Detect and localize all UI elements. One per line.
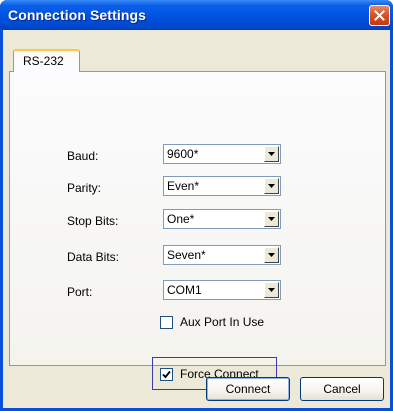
- chevron-down-icon: [268, 152, 275, 156]
- aux-port-label: Aux Port In Use: [180, 315, 265, 329]
- baud-label: Baud:: [67, 149, 99, 163]
- stop-bits-dropdown-button[interactable]: [264, 211, 279, 227]
- stop-bits-select[interactable]: One*: [163, 209, 281, 229]
- port-value: COM1: [167, 283, 202, 297]
- force-connect-checkbox[interactable]: [160, 368, 173, 381]
- chevron-down-icon: [268, 253, 275, 257]
- parity-select[interactable]: Even*: [163, 176, 281, 196]
- parity-label: Parity:: [67, 181, 102, 195]
- check-icon: [162, 370, 171, 379]
- title-bar[interactable]: Connection Settings: [0, 0, 393, 30]
- window-title: Connection Settings: [8, 7, 147, 23]
- parity-dropdown-button[interactable]: [264, 178, 279, 194]
- data-bits-label: Data Bits:: [67, 250, 120, 264]
- tab-label: RS-232: [23, 54, 64, 68]
- close-button[interactable]: [369, 5, 390, 26]
- connect-button[interactable]: Connect: [206, 377, 290, 401]
- close-icon: [374, 10, 385, 21]
- connection-settings-window: Connection Settings RS-232 Baud: 9600* P…: [0, 0, 393, 411]
- cancel-button[interactable]: Cancel: [300, 377, 384, 401]
- chevron-down-icon: [268, 184, 275, 188]
- parity-value: Even*: [167, 179, 200, 193]
- data-bits-dropdown-button[interactable]: [264, 247, 279, 263]
- tab-panel: Baud: 9600* Parity: Even* Stop Bits: One…: [9, 71, 386, 390]
- chevron-down-icon: [268, 288, 275, 292]
- port-dropdown-button[interactable]: [264, 282, 279, 298]
- baud-value: 9600*: [167, 147, 199, 161]
- baud-select[interactable]: 9600*: [163, 144, 281, 164]
- tab-rs232[interactable]: RS-232: [13, 49, 80, 72]
- port-select[interactable]: COM1: [163, 280, 281, 300]
- baud-dropdown-button[interactable]: [264, 146, 279, 162]
- data-bits-select[interactable]: Seven*: [163, 245, 281, 265]
- port-label: Port:: [67, 285, 93, 299]
- dialog-body: RS-232 Baud: 9600* Parity: Even* Stop Bi…: [3, 30, 390, 408]
- chevron-down-icon: [268, 217, 275, 221]
- aux-port-checkbox[interactable]: [160, 316, 173, 329]
- stop-bits-value: One*: [167, 212, 195, 226]
- data-bits-value: Seven*: [167, 248, 206, 262]
- stop-bits-label: Stop Bits:: [67, 214, 119, 228]
